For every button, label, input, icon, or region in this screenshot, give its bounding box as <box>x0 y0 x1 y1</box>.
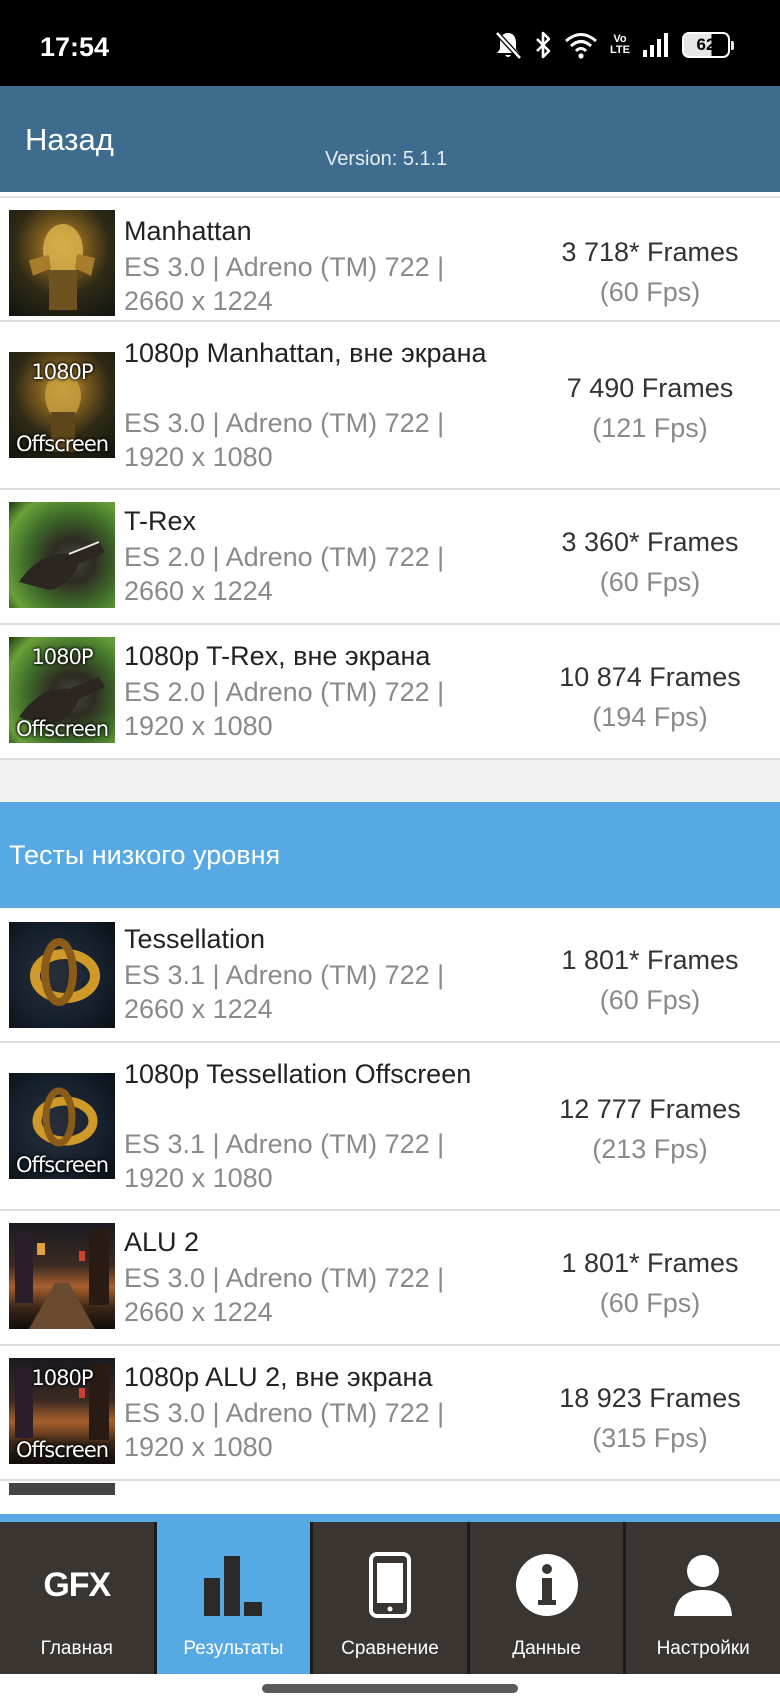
test-fps: (60 Fps) <box>599 985 701 1015</box>
test-name: 1080p ALU 2, вне экрана <box>124 1362 433 1392</box>
test-frames: 7 490 Frames <box>566 373 734 403</box>
test-fps: (60 Fps) <box>599 277 701 307</box>
signal-icon <box>642 32 670 58</box>
section-header-low-level: Тесты низкого уровня <box>0 802 780 908</box>
thumb-label-top: 1080P <box>31 360 93 384</box>
test-details: ES 3.0 | Adreno (TM) 722 | 2660 x 1224 <box>124 252 445 316</box>
status-bar: 17:54 Vo LTE 62 <box>0 0 780 86</box>
nav-info[interactable]: Данные <box>469 1522 627 1674</box>
result-row-tessellation[interactable]: Tessellation ES 3.1 | Adreno (TM) 722 | … <box>0 908 780 1043</box>
test-fps: (213 Fps) <box>592 1134 708 1164</box>
trex-offscreen-thumbnail: 1080P Offscreen <box>9 637 115 743</box>
nav-settings[interactable]: Настройки <box>626 1522 780 1674</box>
test-details: ES 3.1 | Adreno (TM) 722 | 2660 x 1224 <box>124 960 445 1024</box>
thumb-label-bottom: Offscreen <box>15 1153 109 1177</box>
manhattan-offscreen-thumbnail: 1080P Offscreen <box>9 352 115 458</box>
phone-icon <box>355 1550 425 1620</box>
test-frames: 10 874 Frames <box>559 662 741 692</box>
test-frames: 1 801* Frames <box>561 945 739 975</box>
battery-level: 62 <box>696 35 716 54</box>
status-icons: Vo LTE 62 <box>494 28 734 62</box>
thumb-label-bottom: Offscreen <box>15 717 109 741</box>
test-name: 1080p T-Rex, вне экрана <box>124 641 431 671</box>
volte-badge: Vo LTE <box>610 33 630 56</box>
nav-compare[interactable]: Сравнение <box>313 1522 470 1674</box>
test-name: 1080p Manhattan, вне экрана <box>124 338 487 368</box>
gfx-logo-icon: GFX <box>43 1565 111 1604</box>
test-details: ES 3.0 | Adreno (TM) 722 | 2660 x 1224 <box>124 1263 445 1327</box>
info-icon <box>512 1550 582 1620</box>
nav-label: Данные <box>512 1638 581 1659</box>
test-frames: 3 360* Frames <box>561 527 739 557</box>
nav-label: Настройки <box>656 1638 750 1659</box>
wifi-icon <box>564 31 598 59</box>
user-icon <box>668 1550 738 1620</box>
test-name: Tessellation <box>124 924 266 954</box>
thumb-label-bottom: Offscreen <box>15 432 109 456</box>
test-fps: (315 Fps) <box>592 1423 708 1453</box>
partial-row <box>0 1481 780 1495</box>
home-indicator[interactable] <box>262 1684 518 1693</box>
status-time: 17:54 <box>40 32 110 62</box>
test-fps: (60 Fps) <box>599 1288 701 1318</box>
test-frames: 12 777 Frames <box>559 1094 741 1124</box>
thumb-label-top: 1080P <box>31 1366 93 1390</box>
nav-label: Главная <box>40 1638 113 1659</box>
test-name: 1080p Tessellation Offscreen <box>124 1059 472 1089</box>
bell-muted-icon <box>494 30 522 60</box>
test-details: ES 3.1 | Adreno (TM) 722 | 1920 x 1080 <box>124 1129 445 1193</box>
test-name: Manhattan <box>124 216 252 246</box>
battery-icon: 62 <box>682 32 734 58</box>
home-indicator-area <box>0 1674 780 1706</box>
partial-thumbnail <box>9 1483 115 1495</box>
test-name: ALU 2 <box>124 1227 200 1257</box>
thumb-label-top: 1080P <box>31 645 93 669</box>
test-details: ES 2.0 | Adreno (TM) 722 | 2660 x 1224 <box>124 542 445 606</box>
nav-results[interactable]: Результаты <box>156 1522 314 1674</box>
alu2-thumbnail <box>9 1223 115 1329</box>
test-details: ES 2.0 | Adreno (TM) 722 | 1920 x 1080 <box>124 677 445 741</box>
test-frames: 3 718* Frames <box>561 237 739 267</box>
bar-chart-icon <box>198 1550 268 1620</box>
bluetooth-icon <box>534 30 552 60</box>
nav-home[interactable]: GFX Главная <box>0 1522 157 1674</box>
result-row-trex-1080p-offscreen[interactable]: 1080P Offscreen 1080p T-Rex, вне экрана … <box>0 625 780 760</box>
test-fps: (60 Fps) <box>599 567 701 597</box>
result-row-alu2[interactable]: ALU 2 ES 3.0 | Adreno (TM) 722 | 2660 x … <box>0 1211 780 1346</box>
test-details: ES 3.0 | Adreno (TM) 722 | 1920 x 1080 <box>124 408 445 472</box>
result-row-alu2-1080p-offscreen[interactable]: 1080P Offscreen 1080p ALU 2, вне экрана … <box>0 1346 780 1481</box>
trex-thumbnail <box>9 502 115 608</box>
result-row-trex[interactable]: T-Rex ES 2.0 | Adreno (TM) 722 | 2660 x … <box>0 490 780 625</box>
test-frames: 1 801* Frames <box>561 1248 739 1278</box>
bottom-nav: GFX Главная Результаты Сравнение Данные … <box>0 1514 780 1674</box>
results-list[interactable]: Manhattan ES 3.0 | Adreno (TM) 722 | 266… <box>0 192 780 1522</box>
tessellation-offscreen-thumbnail: Offscreen <box>9 1073 115 1179</box>
result-row-tessellation-1080p-offscreen[interactable]: Offscreen 1080p Tessellation Offscreen E… <box>0 1043 780 1211</box>
section-spacer <box>0 760 780 802</box>
test-fps: (121 Fps) <box>592 413 708 443</box>
back-button[interactable]: Назад <box>25 122 114 158</box>
result-row-manhattan-1080p-offscreen[interactable]: 1080P Offscreen 1080p Manhattan, вне экр… <box>0 322 780 490</box>
test-frames: 18 923 Frames <box>559 1383 741 1413</box>
tessellation-thumbnail <box>9 922 115 1028</box>
nav-label: Результаты <box>183 1638 284 1659</box>
alu2-offscreen-thumbnail: 1080P Offscreen <box>9 1358 115 1464</box>
manhattan-thumbnail <box>9 210 115 316</box>
result-row-manhattan[interactable]: Manhattan ES 3.0 | Adreno (TM) 722 | 266… <box>0 198 780 322</box>
version-label: Version: 5.1.1 <box>325 148 448 170</box>
thumb-label-bottom: Offscreen <box>15 1438 109 1462</box>
app-header: Назад Version: 5.1.1 <box>0 86 780 192</box>
test-name: T-Rex <box>124 506 197 536</box>
nav-label: Сравнение <box>341 1638 439 1659</box>
test-fps: (194 Fps) <box>592 702 708 732</box>
test-details: ES 3.0 | Adreno (TM) 722 | 1920 x 1080 <box>124 1398 445 1462</box>
